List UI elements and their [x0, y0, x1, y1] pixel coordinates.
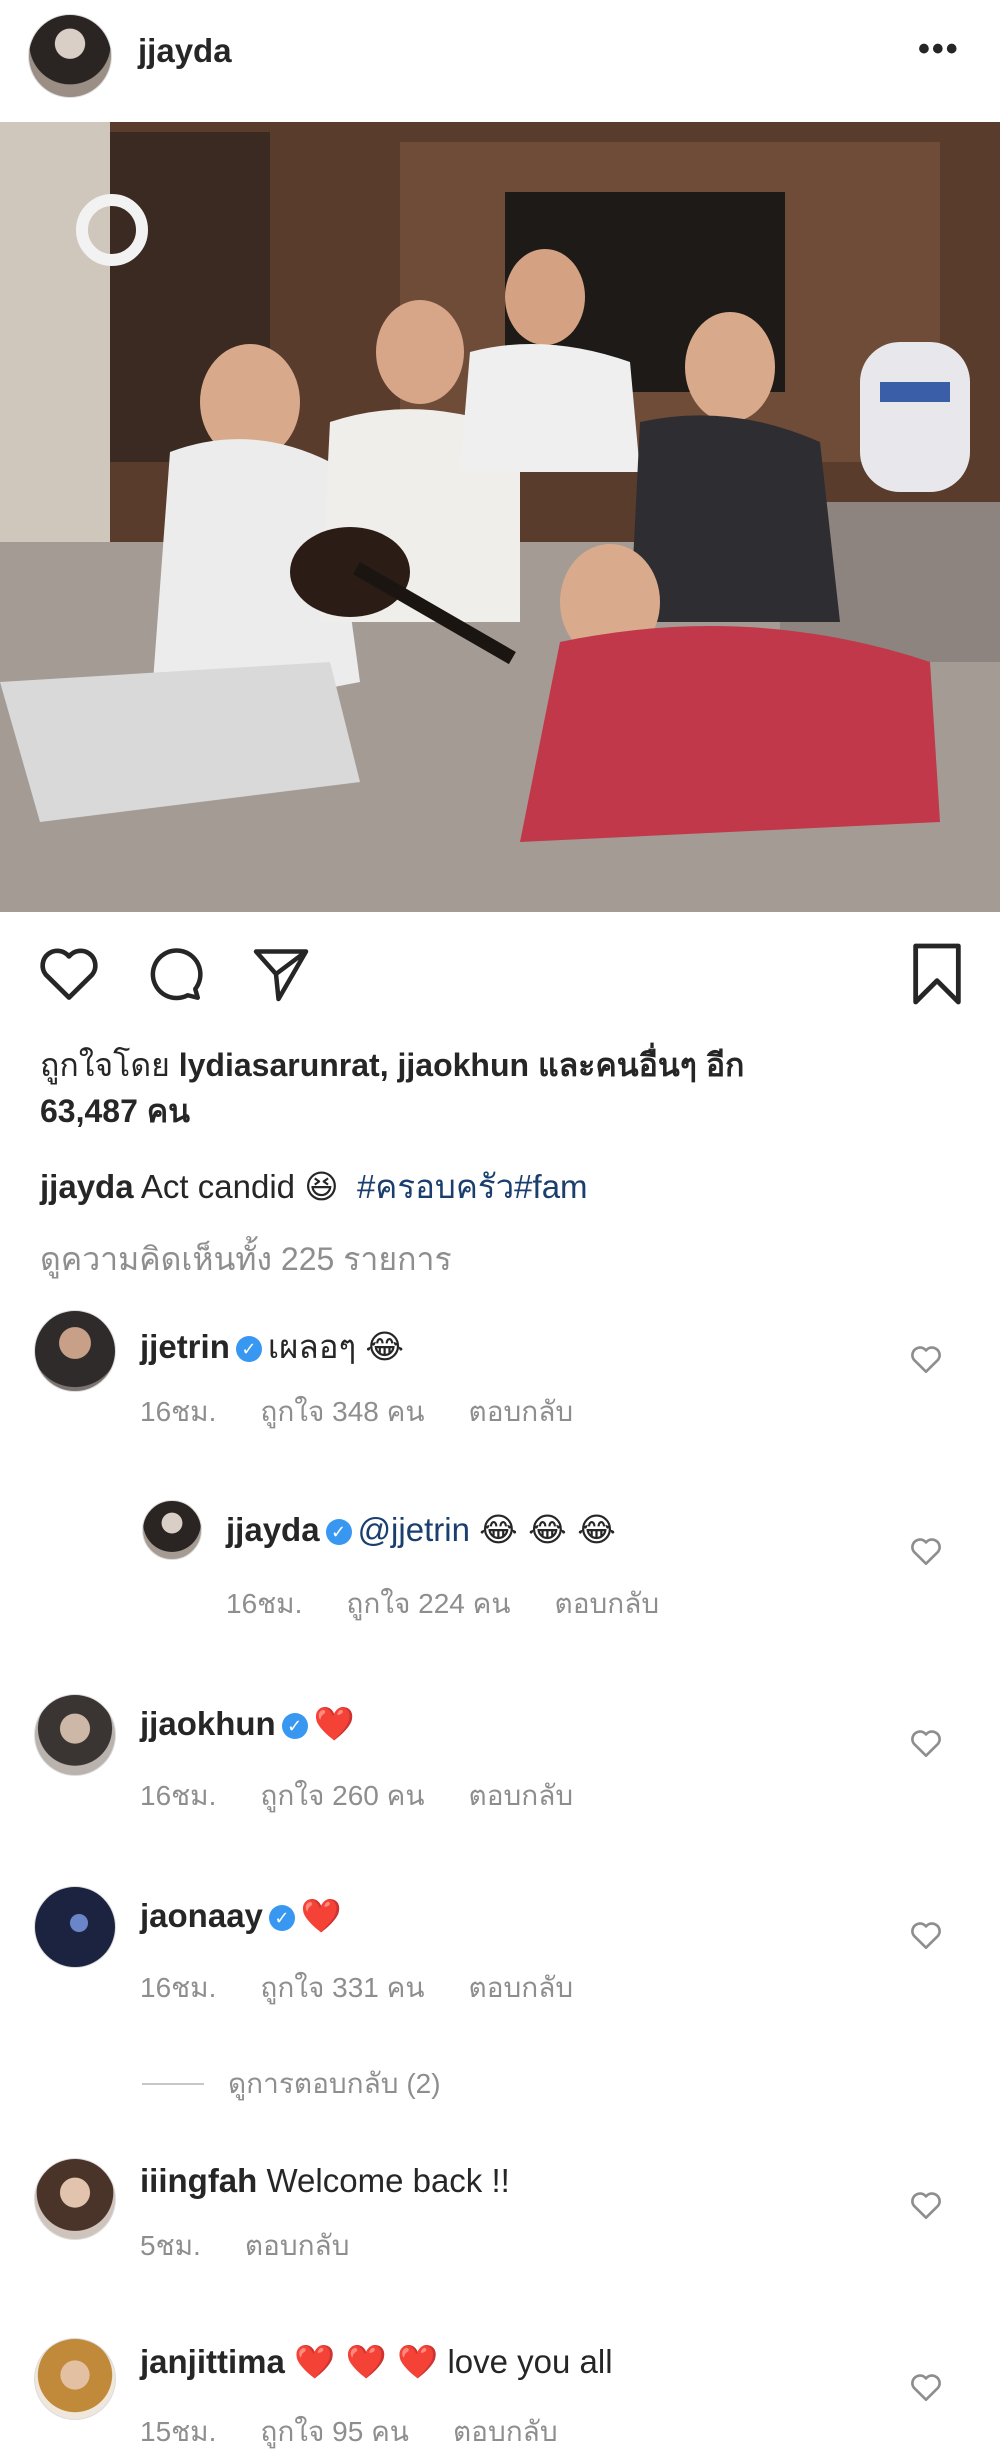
comment-likes[interactable]: ถูกใจ 95 คน: [260, 2416, 409, 2447]
post-photo[interactable]: [0, 122, 1000, 912]
liked-by-user-2[interactable]: jjaokhun: [397, 1047, 529, 1083]
comment-emoji: 😂 😂 😂: [479, 1510, 616, 1549]
comment-time: 16ชม.: [140, 1972, 217, 2003]
view-replies-label[interactable]: ดูการตอบกลับ (2): [228, 2068, 441, 2099]
share-send-icon[interactable]: [250, 944, 312, 1004]
comment-username[interactable]: iiingfah: [140, 2162, 257, 2199]
likes-count[interactable]: 63,487 คน: [40, 1093, 190, 1129]
comment-meta: 15ชม. ถูกใจ 95 คน ตอบกลับ: [140, 2410, 602, 2454]
comment-likes[interactable]: ถูกใจ 224 คน: [346, 1588, 510, 1619]
comment-meta: 5ชม. ตอบกลับ: [140, 2224, 393, 2268]
comment-like-heart-icon[interactable]: [910, 1728, 942, 1758]
comment-line: jjayda ✓ @jjetrin 😂 😂 😂: [226, 1510, 616, 1549]
comment-line: jaonaay ✓ ❤️: [140, 1896, 342, 1936]
avatar[interactable]: [34, 1886, 116, 1968]
comment-likes[interactable]: ถูกใจ 260 คน: [260, 1780, 424, 1811]
comment-time: 16ชม.: [226, 1588, 303, 1619]
comment-mention[interactable]: @jjetrin: [358, 1511, 470, 1548]
avatar[interactable]: [34, 1310, 116, 1392]
reply-button[interactable]: ตอบกลับ: [469, 1780, 574, 1811]
comment-like-heart-icon[interactable]: [910, 2190, 942, 2220]
comment-emoji: 😂: [365, 1327, 404, 1366]
reply-button[interactable]: ตอบกลับ: [469, 1972, 574, 2003]
comment-likes[interactable]: ถูกใจ 331 คน: [260, 1972, 424, 2003]
comment-emoji: ❤️: [300, 1896, 342, 1935]
more-horizontal-icon[interactable]: •••: [918, 30, 960, 69]
reply-button[interactable]: ตอบกลับ: [453, 2416, 558, 2447]
comment-likes[interactable]: ถูกใจ 348 คน: [260, 1396, 424, 1427]
avatar[interactable]: [34, 2158, 116, 2240]
avatar[interactable]: [34, 1694, 116, 1776]
comment-line: jjetrin ✓ เผลอๆ 😂: [140, 1320, 404, 1373]
comment-meta: 16ชม. ถูกใจ 260 คน ตอบกลับ: [140, 1774, 617, 1818]
comment-like-heart-icon[interactable]: [910, 1536, 942, 1566]
caption-hashtags[interactable]: #ครอบครัว#fam: [357, 1168, 588, 1205]
liked-by-user-1[interactable]: lydiasarunrat: [179, 1047, 380, 1083]
avatar[interactable]: [28, 14, 112, 98]
caption-text: Act candid: [140, 1168, 296, 1205]
comment-meta: 16ชม. ถูกใจ 348 คน ตอบกลับ: [140, 1390, 617, 1434]
comment-username[interactable]: jjayda: [226, 1511, 320, 1548]
comment-username[interactable]: jjetrin: [140, 1328, 230, 1365]
post-photo-illustration: [0, 122, 1000, 912]
bookmark-save-icon[interactable]: [910, 942, 964, 1006]
comment-emoji: ❤️: [313, 1704, 355, 1743]
comment-username[interactable]: janjittima: [140, 2343, 285, 2380]
comment-like-heart-icon[interactable]: [910, 1344, 942, 1374]
reply-button[interactable]: ตอบกลับ: [245, 2230, 350, 2261]
comment-time: 16ชม.: [140, 1780, 217, 1811]
view-replies-link[interactable]: ดูการตอบกลับ (2): [142, 2062, 441, 2106]
comment-like-heart-icon[interactable]: [910, 1920, 942, 1950]
comment-line: iiingfah Welcome back !!: [140, 2162, 510, 2200]
reply-button[interactable]: ตอบกลับ: [469, 1396, 574, 1427]
liked-sep: ,: [379, 1047, 398, 1083]
reply-button[interactable]: ตอบกลับ: [555, 1588, 660, 1619]
divider: [142, 2083, 204, 2085]
view-all-comments-link[interactable]: ดูความคิดเห็นทั้ง 225 รายการ: [40, 1234, 452, 1285]
post-caption: jjayda Act candid 😆 #ครอบครัว#fam: [40, 1160, 588, 1213]
verified-badge-icon: ✓: [268, 1905, 295, 1931]
verified-badge-icon: ✓: [281, 1713, 308, 1739]
like-heart-icon[interactable]: [38, 944, 100, 1002]
likes-others[interactable]: และคนอื่นๆ อีก: [529, 1047, 744, 1083]
comment-username[interactable]: jjaokhun: [140, 1705, 276, 1742]
likes-summary[interactable]: ถูกใจโดย lydiasarunrat, jjaokhun และคนอื…: [40, 1042, 940, 1134]
comment-text: love you all: [447, 2343, 613, 2380]
comment-meta: 16ชม. ถูกใจ 224 คน ตอบกลับ: [226, 1582, 703, 1626]
caption-username[interactable]: jjayda: [40, 1168, 134, 1205]
comment-time: 16ชม.: [140, 1396, 217, 1427]
post-author-username[interactable]: jjayda: [138, 32, 232, 70]
comment-bubble-icon[interactable]: [144, 944, 204, 1004]
comment-time: 15ชม.: [140, 2416, 217, 2447]
avatar[interactable]: [34, 2338, 116, 2420]
comment-username[interactable]: jaonaay: [140, 1897, 263, 1934]
verified-badge-icon: ✓: [325, 1519, 352, 1545]
comment-meta: 16ชม. ถูกใจ 331 คน ตอบกลับ: [140, 1966, 617, 2010]
post-header: jjayda •••: [0, 0, 1000, 122]
verified-badge-icon: ✓: [235, 1336, 262, 1362]
avatar[interactable]: [142, 1500, 202, 1560]
likes-prefix: ถูกใจโดย: [40, 1047, 179, 1083]
caption-emoji: 😆: [304, 1167, 339, 1206]
comment-text: เผลอๆ: [267, 1328, 357, 1365]
comment-line: jjaokhun ✓ ❤️: [140, 1704, 355, 1744]
comment-time: 5ชม.: [140, 2230, 201, 2261]
comment-emoji: ❤️ ❤️ ❤️: [294, 2342, 439, 2381]
comment-like-heart-icon[interactable]: [910, 2372, 942, 2402]
comment-line: janjittima ❤️ ❤️ ❤️ love you all: [140, 2342, 613, 2382]
comment-text: Welcome back !!: [266, 2162, 510, 2199]
